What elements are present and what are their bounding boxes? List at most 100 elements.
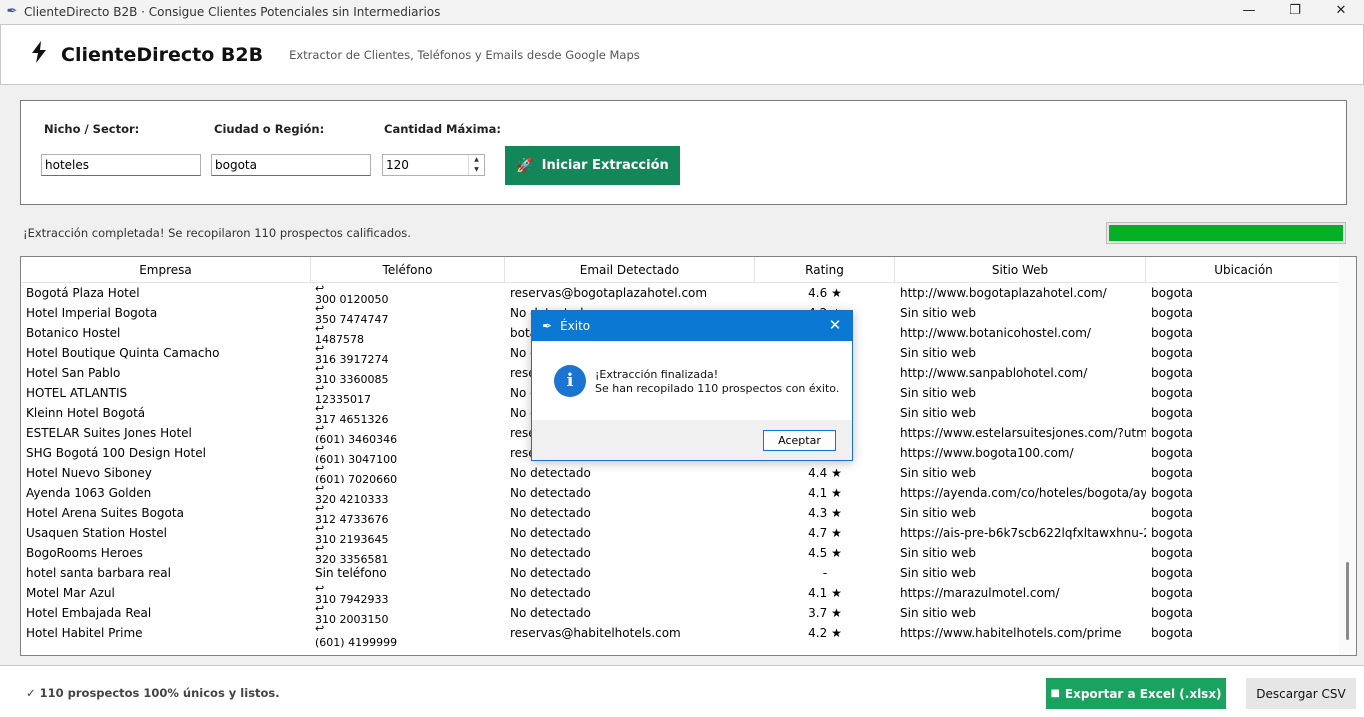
cell-ubicacion: bogota — [1151, 466, 1193, 480]
start-extraction-button[interactable]: 🚀 Iniciar Extracción — [505, 146, 680, 185]
cell-ubicacion: bogota — [1151, 626, 1193, 640]
cell-ubicacion: bogota — [1151, 446, 1193, 460]
table-row[interactable]: Motel Mar Azul ↩ 310 7942933 No detectado 4.… — [21, 583, 1341, 603]
dialog-footer: Aceptar — [532, 420, 852, 460]
column-header-empresa[interactable]: Empresa — [21, 257, 311, 283]
spin-down-icon[interactable]: ▼ — [469, 165, 484, 175]
cell-rating: 4.3 ★ — [808, 506, 842, 520]
cell-empresa: ESTELAR Suites Jones Hotel — [26, 426, 192, 440]
cell-telefono: ↩ 316 3917274 — [311, 343, 505, 363]
table-row[interactable]: Bogotá Plaza Hotel ↩ 300 0120050 reservas@b… — [21, 283, 1341, 303]
niche-input[interactable] — [41, 154, 201, 176]
phone-number: 310 7942933 — [315, 593, 389, 604]
cell-email: No detectado — [510, 526, 591, 540]
cell-ubicacion: bogota — [1151, 386, 1193, 400]
cell-ubicacion: bogota — [1151, 346, 1193, 360]
phone-number: 300 0120050 — [315, 293, 389, 304]
max-quantity-spinbox[interactable]: ▲ ▼ — [382, 154, 485, 176]
phone-number: 310 2003150 — [315, 613, 389, 624]
status-message: ¡Extracción completada! Se recopilaron 1… — [23, 226, 411, 240]
dialog-close-icon[interactable]: ✕ — [826, 316, 844, 334]
cell-telefono: ↩ 310 2193645 — [311, 523, 505, 543]
table-row[interactable]: Usaquen Station Hostel ↩ 310 2193645 No det… — [21, 523, 1341, 543]
cell-telefono: ↩ 317 4651326 — [311, 403, 505, 423]
success-dialog: ✒ Éxito ✕ i ¡Extracción finalizada! Se h… — [531, 310, 853, 461]
column-header-rating[interactable]: Rating — [755, 257, 895, 283]
table-row[interactable]: BogoRooms Heroes ↩ 320 3356581 No detectado… — [21, 543, 1341, 563]
cell-rating: - — [822, 566, 828, 580]
minimize-button[interactable]: — — [1226, 0, 1272, 24]
window-titlebar: ✒ ClienteDirecto B2B · Consigue Clientes… — [0, 0, 1364, 24]
dialog-message-line1: ¡Extracción finalizada! — [595, 368, 719, 381]
cell-web: Sin sitio web — [900, 606, 976, 620]
app-brand: ClienteDirecto B2B — [61, 43, 264, 66]
export-excel-label: Exportar a Excel (.xlsx) — [1064, 686, 1222, 701]
column-header-ubicacion[interactable]: Ubicación — [1146, 257, 1341, 283]
cell-rating: 4.6 ★ — [808, 286, 842, 300]
phone-number: (601) 7020660 — [315, 473, 398, 484]
cell-telefono: ↩ (601) 3460346 — [311, 423, 505, 443]
table-row[interactable]: Hotel Nuevo Siboney ↩ (601) 7020660 No dete… — [21, 463, 1341, 483]
cell-empresa: Usaquen Station Hostel — [26, 526, 167, 540]
cell-web: https://www.bogota100.com/ — [900, 446, 1074, 460]
spin-up-icon[interactable]: ▲ — [469, 155, 484, 165]
cell-telefono: ↩ 310 7942933 — [311, 583, 505, 603]
summary-text: ✓ 110 prospectos 100% únicos y listos. — [26, 686, 280, 700]
export-excel-button[interactable]: ■ Exportar a Excel (.xlsx) — [1046, 678, 1226, 709]
cell-email: No detectado — [510, 606, 591, 620]
cell-ubicacion: bogota — [1151, 526, 1193, 540]
cell-web: https://www.estelarsuitesjones.com/?utm_… — [900, 426, 1146, 440]
close-button[interactable]: ✕ — [1318, 0, 1364, 24]
phone-number: 316 3917274 — [315, 353, 389, 364]
phone-number: 320 3356581 — [315, 553, 389, 564]
cell-empresa: BogoRooms Heroes — [26, 546, 143, 560]
cell-ubicacion: bogota — [1151, 546, 1193, 560]
cell-web: https://ayenda.com/co/hoteles/bogota/aye… — [900, 486, 1146, 500]
cell-web: Sin sitio web — [900, 386, 976, 400]
phone-icon: ↩ — [315, 622, 325, 635]
cell-empresa: Motel Mar Azul — [26, 586, 115, 600]
cell-ubicacion: bogota — [1151, 586, 1193, 600]
dialog-message: ¡Extracción finalizada! Se han recopilad… — [595, 368, 839, 396]
cell-empresa: Hotel Nuevo Siboney — [26, 466, 152, 480]
table-row[interactable]: Ayenda 1063 Golden ↩ 320 4210333 No detecta… — [21, 483, 1341, 503]
search-form-panel: Nicho / Sector: Ciudad o Región: Cantida… — [20, 100, 1347, 205]
column-header-telefono[interactable]: Teléfono — [311, 257, 505, 283]
cell-telefono: ↩ 310 2003150 — [311, 603, 505, 623]
dialog-ok-button[interactable]: Aceptar — [763, 430, 836, 451]
cell-rating: 4.7 ★ — [808, 526, 842, 540]
dialog-title: Éxito — [560, 319, 591, 333]
max-quantity-input[interactable] — [383, 155, 469, 175]
cell-empresa: Hotel Imperial Bogota — [26, 306, 158, 320]
rocket-icon: 🚀 — [516, 157, 534, 174]
cell-telefono: ↩ 310 3360085 — [311, 363, 505, 383]
cell-email: No detectado — [510, 566, 591, 580]
dialog-titlebar: ✒ Éxito ✕ — [532, 311, 852, 341]
table-row[interactable]: Hotel Embajada Real ↩ 310 2003150 No detect… — [21, 603, 1341, 623]
cell-ubicacion: bogota — [1151, 366, 1193, 380]
column-header-email[interactable]: Email Detectado — [505, 257, 755, 283]
cell-telefono: Sin teléfono — [311, 563, 505, 583]
table-row[interactable]: Hotel Habitel Prime ↩ (601) 4199999 reserva… — [21, 622, 1341, 649]
scrollbar-thumb[interactable] — [1346, 562, 1349, 640]
column-header-web[interactable]: Sitio Web — [895, 257, 1146, 283]
table-row[interactable]: hotel santa barbara real Sin teléfono No d… — [21, 563, 1341, 583]
phone-number: 317 4651326 — [315, 413, 389, 424]
city-input[interactable] — [211, 154, 371, 176]
maximize-button[interactable]: ❐ — [1272, 0, 1318, 24]
cell-web: http://www.bogotaplazahotel.com/ — [900, 286, 1107, 300]
table-scrollbar[interactable] — [1339, 257, 1356, 655]
cell-ubicacion: bogota — [1151, 286, 1193, 300]
cell-email: No detectado — [510, 546, 591, 560]
cell-ubicacion: bogota — [1151, 566, 1193, 580]
cell-empresa: Hotel Habitel Prime — [26, 626, 143, 640]
start-extraction-label: Iniciar Extracción — [541, 158, 669, 173]
cell-telefono: ↩ 312 4733676 — [311, 503, 505, 523]
feather-icon: ✒ — [6, 4, 18, 19]
table-row[interactable]: Hotel Arena Suites Bogota ↩ 312 4733676 No … — [21, 503, 1341, 523]
cell-web: http://www.sanpablohotel.com/ — [900, 366, 1088, 380]
download-csv-button[interactable]: Descargar CSV — [1246, 678, 1356, 709]
cell-web: Sin sitio web — [900, 546, 976, 560]
cell-web: Sin sitio web — [900, 406, 976, 420]
app-header: ClienteDirecto B2B Extractor de Clientes… — [0, 24, 1364, 85]
